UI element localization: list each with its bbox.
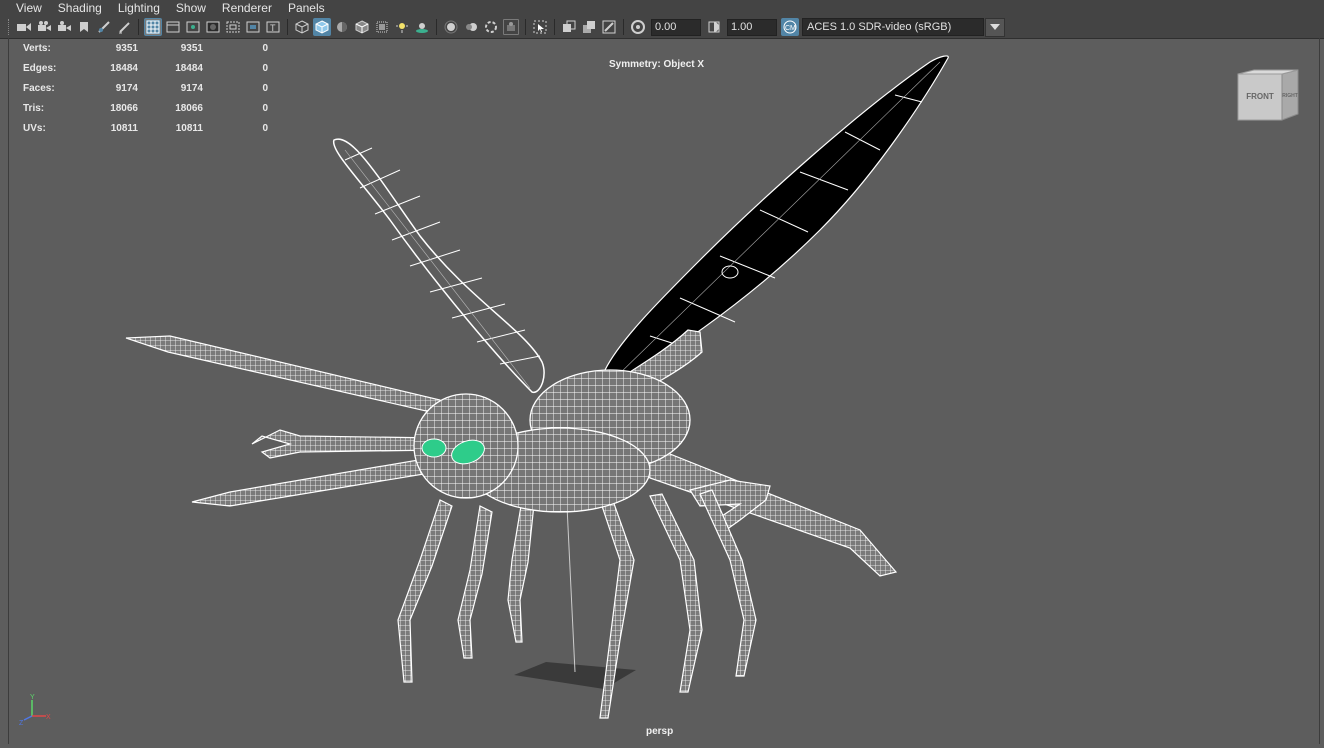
- hud-value: 9174: [180, 82, 203, 94]
- right-wing: [602, 55, 949, 385]
- hud-row-faces: Faces: 9174 9174 0: [23, 78, 268, 98]
- hud-value: 18066: [110, 102, 138, 114]
- hud-value: 0: [262, 102, 268, 114]
- view-cube-right-label[interactable]: RIGHT: [1282, 93, 1298, 99]
- right-pincer: [689, 479, 771, 531]
- hud-value: 10811: [110, 122, 138, 134]
- hud-label: Edges:: [23, 62, 57, 74]
- axis-gizmo: Y X Z: [19, 694, 51, 727]
- hud-value: 0: [262, 122, 268, 134]
- hud-value: 0: [262, 82, 268, 94]
- hud-value: 0: [262, 62, 268, 74]
- hud-value: 18066: [175, 102, 203, 114]
- axis-y-label: Y: [30, 694, 35, 701]
- left-pincer: [251, 429, 441, 459]
- view-cube-front-label[interactable]: FRONT: [1246, 92, 1274, 101]
- hud-row-edges: Edges: 18484 18484 0: [23, 58, 268, 78]
- poly-count-hud: Verts: 9351 9351 0 Edges: 18484 18484 0 …: [23, 38, 268, 138]
- left-wing: [332, 138, 545, 393]
- camera-name-label: persp: [646, 726, 674, 737]
- hud-row-uvs: UVs: 10811 10811 0: [23, 118, 268, 138]
- hud-label: UVs:: [23, 122, 46, 134]
- hud-label: Faces:: [23, 82, 55, 94]
- view-cube[interactable]: FRONT RIGHT: [1236, 68, 1302, 124]
- left-antenna-upper: [125, 335, 450, 417]
- hud-value: 9174: [115, 82, 138, 94]
- hud-value: 10811: [175, 122, 203, 134]
- hud-row-verts: Verts: 9351 9351 0: [23, 38, 268, 58]
- hud-value: 18484: [110, 62, 138, 74]
- axis-z-label: Z: [19, 720, 24, 727]
- left-antenna-lower: [191, 457, 437, 507]
- left-eye: [421, 438, 447, 458]
- hud-value: 9351: [180, 42, 203, 54]
- hud-value: 18484: [175, 62, 203, 74]
- symmetry-label: Symmetry: Object X: [609, 59, 705, 70]
- hud-value: 0: [262, 42, 268, 54]
- hud-row-tris: Tris: 18066 18066 0: [23, 98, 268, 118]
- hud-label: Verts:: [23, 42, 51, 54]
- pivot-line: [566, 505, 576, 673]
- hud-value: 9351: [115, 42, 138, 54]
- axis-x-label: X: [46, 714, 51, 721]
- hud-label: Tris:: [23, 102, 45, 114]
